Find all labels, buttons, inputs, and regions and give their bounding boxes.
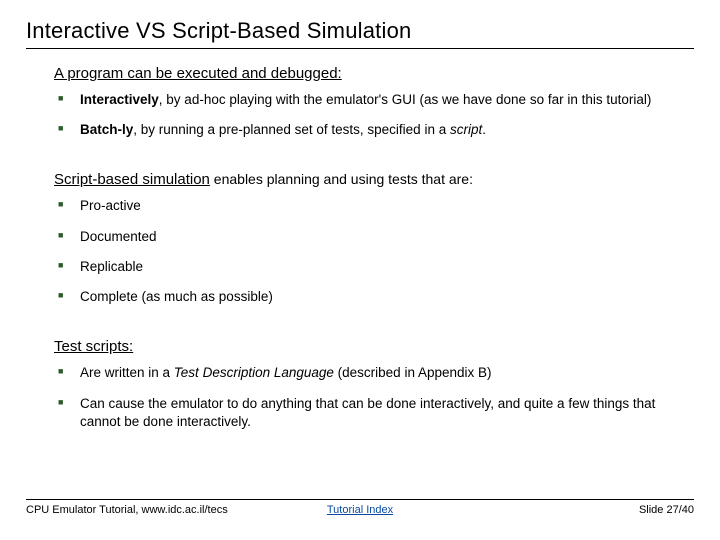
- section-1-list: Interactively, by ad-hoc playing with th…: [54, 91, 684, 139]
- footer-right: Slide 27/40: [639, 504, 694, 516]
- section-1-heading: A program can be executed and debugged:: [54, 65, 342, 82]
- section-2-heading: Script-based simulation: [54, 171, 210, 188]
- bullet-em: script: [450, 122, 482, 137]
- footer-row: CPU Emulator Tutorial, www.idc.ac.il/tec…: [26, 504, 694, 516]
- tutorial-index-link[interactable]: Tutorial Index: [327, 504, 393, 516]
- list-item: Documented: [58, 228, 684, 246]
- list-item: Batch-ly, by running a pre-planned set o…: [58, 121, 684, 139]
- bullet-text: Are written in a: [80, 365, 174, 380]
- list-item: Are written in a Test Description Langua…: [58, 364, 684, 382]
- list-item: Pro-active: [58, 197, 684, 215]
- bullet-text: .: [482, 122, 486, 137]
- section-1-heading-row: A program can be executed and debugged:: [54, 65, 684, 83]
- bullet-text: , by ad-hoc playing with the emulator's …: [159, 92, 652, 107]
- title-rule: [26, 48, 694, 49]
- section-2-tail: enables planning and using tests that ar…: [210, 171, 473, 187]
- bullet-lead: Batch-ly: [80, 122, 133, 137]
- section-3-heading: Test scripts:: [54, 338, 133, 355]
- bullet-lead: Interactively: [80, 92, 159, 107]
- bullet-text: (described in Appendix B): [334, 365, 492, 380]
- slide-title: Interactive VS Script-Based Simulation: [26, 18, 694, 44]
- section-2-list: Pro-active Documented Replicable Complet…: [54, 197, 684, 306]
- footer: CPU Emulator Tutorial, www.idc.ac.il/tec…: [26, 499, 694, 516]
- section-2-heading-row: Script-based simulation enables planning…: [54, 171, 684, 189]
- section-3-list: Are written in a Test Description Langua…: [54, 364, 684, 431]
- section-3-heading-row: Test scripts:: [54, 338, 684, 356]
- list-item: Replicable: [58, 258, 684, 276]
- list-item: Complete (as much as possible): [58, 288, 684, 306]
- list-item: Can cause the emulator to do anything th…: [58, 395, 684, 431]
- bullet-em: Test Description Language: [174, 365, 334, 380]
- slide-body: A program can be executed and debugged: …: [26, 65, 694, 431]
- bullet-text: , by running a pre-planned set of tests,…: [133, 122, 450, 137]
- footer-left: CPU Emulator Tutorial, www.idc.ac.il/tec…: [26, 504, 228, 516]
- footer-rule: [26, 499, 694, 500]
- slide: Interactive VS Script-Based Simulation A…: [0, 0, 720, 540]
- list-item: Interactively, by ad-hoc playing with th…: [58, 91, 684, 109]
